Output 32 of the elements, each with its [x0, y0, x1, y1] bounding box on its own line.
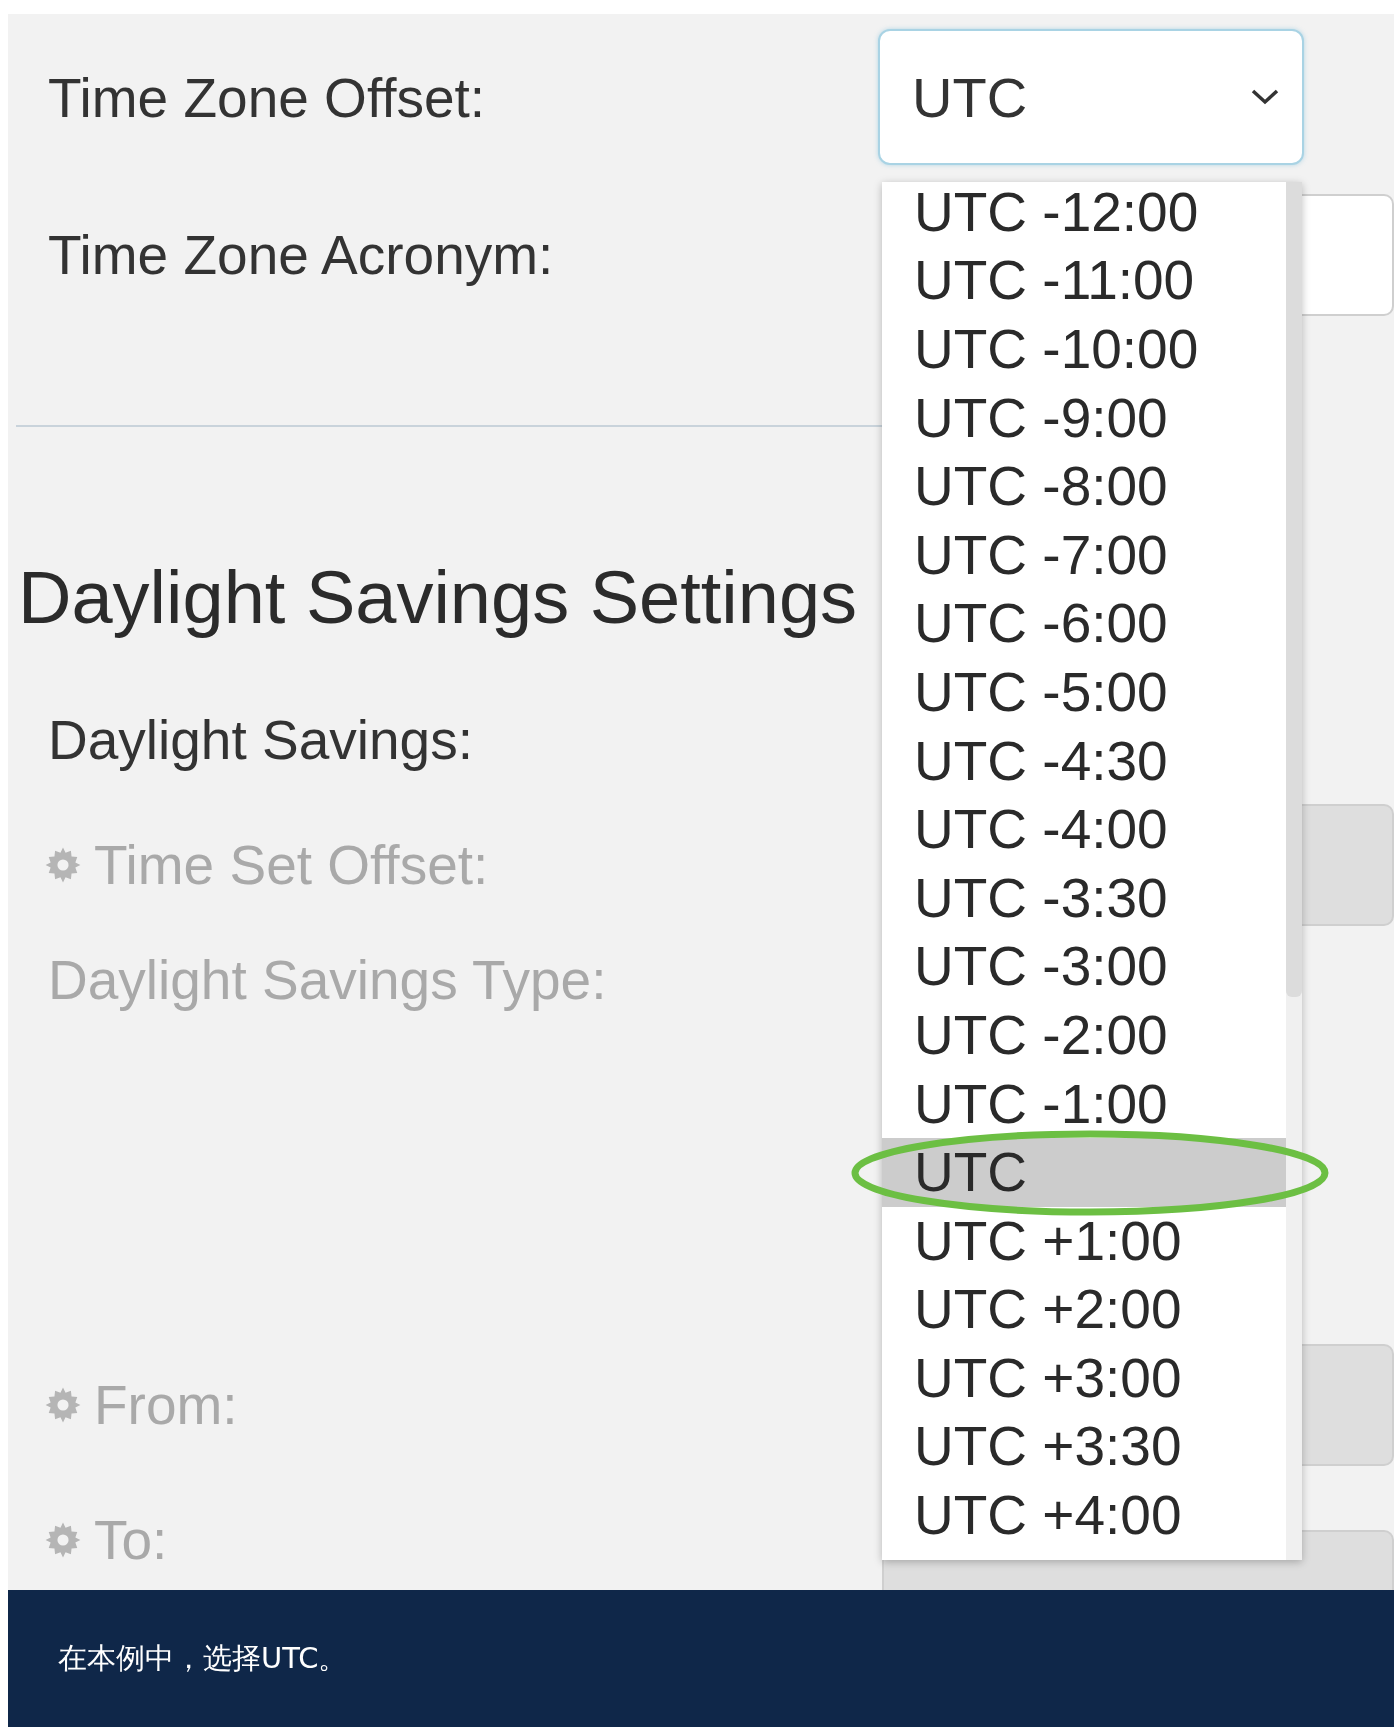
dropdown-option[interactable]: UTC -8:00	[914, 459, 1168, 515]
dropdown-option[interactable]: UTC -7:00	[914, 527, 1168, 583]
dropdown-option[interactable]: UTC -1:00	[914, 1076, 1168, 1132]
dropdown-option[interactable]: UTC -12:00	[914, 184, 1199, 240]
dropdown-option[interactable]: UTC -2:00	[914, 1007, 1168, 1063]
dropdown-option[interactable]: UTC -4:30	[914, 733, 1168, 789]
dropdown-option[interactable]: UTC +1:00	[914, 1213, 1182, 1269]
dropdown-option[interactable]: UTC +3:00	[914, 1350, 1182, 1406]
gear-icon	[44, 1386, 82, 1424]
field-label: Time Zone Offset:	[47, 66, 487, 130]
dropdown-option[interactable]: UTC -4:00	[914, 802, 1168, 858]
dropdown-option[interactable]: UTC -6:00	[914, 596, 1168, 652]
caption-text: 在本例中，选择UTC。	[58, 1639, 348, 1677]
field-label: From:	[93, 1373, 238, 1437]
dropdown-option[interactable]: UTC +4:00	[914, 1488, 1182, 1544]
dropdown-option[interactable]: UTC -10:00	[914, 322, 1199, 377]
dropdown-option[interactable]: UTC +3:30	[914, 1419, 1182, 1475]
dropdown-option[interactable]: UTC -3:00	[914, 939, 1168, 995]
time-zone-select[interactable]: UTC	[878, 29, 1304, 165]
gear-icon	[44, 846, 82, 884]
dropdown-option[interactable]: UTC -5:00	[914, 664, 1168, 720]
dropdown-option[interactable]: UTC -3:30	[914, 870, 1168, 926]
gear-icon	[44, 1521, 82, 1559]
dropdown-option[interactable]: UTC -11:00	[914, 253, 1195, 309]
field-label: Time Zone Acronym:	[47, 223, 555, 287]
dropdown-option[interactable]: UTC -9:00	[914, 390, 1168, 446]
field-label: Daylight Savings:	[47, 708, 474, 772]
field-label: Time Set Offset:	[93, 833, 489, 897]
dropdown-option[interactable]: UTC +2:00	[914, 1282, 1182, 1338]
chevron-down-icon	[1250, 88, 1280, 106]
field-label: Daylight Savings Type:	[47, 948, 608, 1012]
field-label: To:	[93, 1508, 168, 1572]
